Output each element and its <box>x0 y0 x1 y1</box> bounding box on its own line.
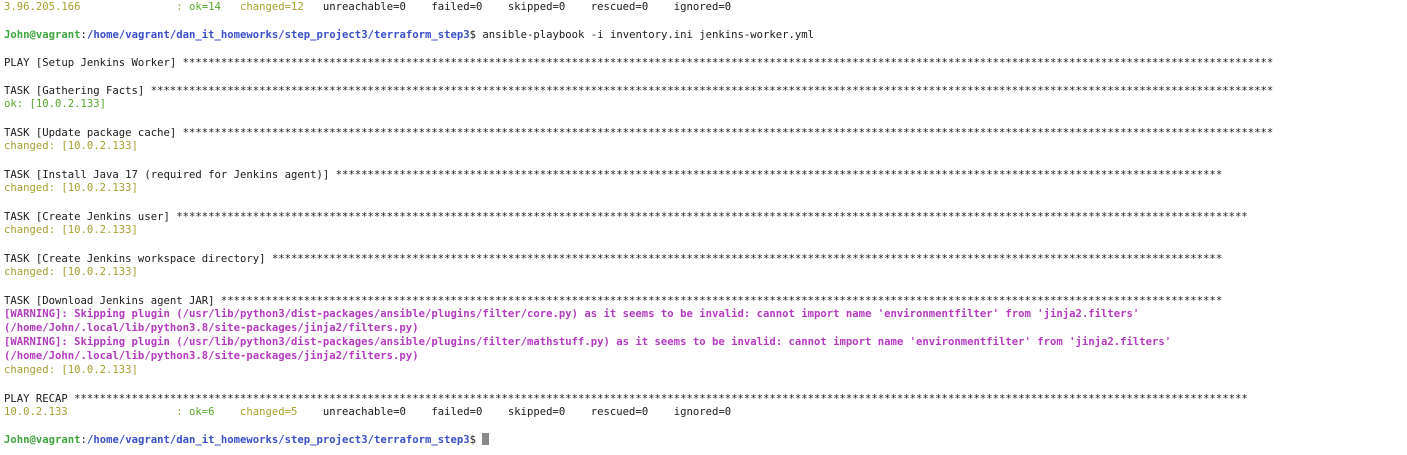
result-changed: changed: [10.0.2.133] <box>4 363 138 377</box>
task-download-agent-jar: TASK [Download Jenkins agent JAR] ******… <box>4 294 1222 308</box>
task-update-package-cache: TASK [Update package cache] ************… <box>4 126 1273 140</box>
recap-line-segment: unreachable=0 failed=0 skipped=0 rescued… <box>297 406 732 418</box>
result-ok-segment: ok: [10.0.2.133] <box>4 98 107 110</box>
warning-line: [WARNING]: Skipping plugin (/usr/lib/pyt… <box>4 335 1171 349</box>
prompt-line-command: John@vagrant:/home/vagrant/dan_it_homewo… <box>4 28 814 42</box>
play-header-segment: PLAY [Setup Jenkins Worker] ************… <box>4 57 1274 69</box>
play-recap-header: PLAY RECAP *****************************… <box>4 392 1248 406</box>
play-recap-header-segment: PLAY RECAP *****************************… <box>4 393 1248 405</box>
result-changed-segment: changed: [10.0.2.133] <box>4 182 138 194</box>
prompt-line-current-segment: /home/vagrant/dan_it_homeworks/step_proj… <box>86 434 470 446</box>
terminal-cursor <box>482 433 490 445</box>
warning-line-segment: [WARNING]: Skipping plugin (/usr/lib/pyt… <box>4 308 1140 320</box>
task-gathering-facts-segment: TASK [Gathering Facts] *****************… <box>4 85 1274 97</box>
result-changed: changed: [10.0.2.133] <box>4 223 138 237</box>
prompt-line-current-segment: $ <box>469 434 483 446</box>
warning-line: [WARNING]: Skipping plugin (/usr/lib/pyt… <box>4 307 1139 321</box>
result-changed-segment: changed: [10.0.2.133] <box>4 224 138 236</box>
prompt-line-command-segment: John@vagrant <box>4 29 81 41</box>
result-ok: ok: [10.0.2.133] <box>4 97 106 111</box>
task-gathering-facts: TASK [Gathering Facts] *****************… <box>4 84 1273 98</box>
recap-line-previous-segment: 3.96.205.166 : <box>4 1 189 13</box>
warning-line: (/home/John/.local/lib/python3.8/site-pa… <box>4 349 419 363</box>
task-create-workspace-directory: TASK [Create Jenkins workspace directory… <box>4 252 1222 266</box>
result-changed-segment: changed: [10.0.2.133] <box>4 364 138 376</box>
warning-line-segment: [WARNING]: Skipping plugin (/usr/lib/pyt… <box>4 336 1172 348</box>
recap-line-segment: changed=5 <box>240 406 298 418</box>
recap-line-previous-segment: changed=12 <box>240 1 304 13</box>
terminal-window[interactable]: 3.96.205.166 : ok=14 changed=12 unreacha… <box>0 0 1407 455</box>
recap-line-previous-segment: unreachable=0 failed=0 skipped=0 rescued… <box>303 1 732 13</box>
recap-line-segment: ok=6 <box>188 406 215 418</box>
task-create-workspace-directory-segment: TASK [Create Jenkins workspace directory… <box>4 253 1223 265</box>
warning-line-segment: (/home/John/.local/lib/python3.8/site-pa… <box>4 322 419 334</box>
play-header: PLAY [Setup Jenkins Worker] ************… <box>4 56 1273 70</box>
prompt-line-command-segment: $ ansible-playbook -i inventory.ini jenk… <box>469 29 815 41</box>
result-changed: changed: [10.0.2.133] <box>4 181 138 195</box>
task-create-jenkins-user-segment: TASK [Create Jenkins user] *************… <box>4 211 1248 223</box>
recap-line-previous-segment <box>221 1 240 13</box>
prompt-line-command-segment: /home/vagrant/dan_it_homeworks/step_proj… <box>86 29 470 41</box>
recap-line-segment <box>214 406 240 418</box>
task-install-java-segment: TASK [Install Java 17 (required for Jenk… <box>4 169 1223 181</box>
result-changed: changed: [10.0.2.133] <box>4 265 138 279</box>
result-changed-segment: changed: [10.0.2.133] <box>4 266 138 278</box>
prompt-line-current: John@vagrant:/home/vagrant/dan_it_homewo… <box>4 433 490 447</box>
task-download-agent-jar-segment: TASK [Download Jenkins agent JAR] ******… <box>4 295 1223 307</box>
result-changed-segment: changed: [10.0.2.133] <box>4 140 138 152</box>
result-changed: changed: [10.0.2.133] <box>4 139 138 153</box>
recap-line-segment: 10.0.2.133 : <box>4 406 189 418</box>
task-update-package-cache-segment: TASK [Update package cache] ************… <box>4 127 1274 139</box>
warning-line: (/home/John/.local/lib/python3.8/site-pa… <box>4 321 419 335</box>
task-create-jenkins-user: TASK [Create Jenkins user] *************… <box>4 210 1248 224</box>
recap-line: 10.0.2.133 : ok=6 changed=5 unreachable=… <box>4 405 731 419</box>
prompt-line-current-segment: John@vagrant <box>4 434 81 446</box>
recap-line-previous: 3.96.205.166 : ok=14 changed=12 unreacha… <box>4 0 731 14</box>
recap-line-previous-segment: ok=14 <box>188 1 221 13</box>
task-install-java: TASK [Install Java 17 (required for Jenk… <box>4 168 1222 182</box>
warning-line-segment: (/home/John/.local/lib/python3.8/site-pa… <box>4 350 419 362</box>
